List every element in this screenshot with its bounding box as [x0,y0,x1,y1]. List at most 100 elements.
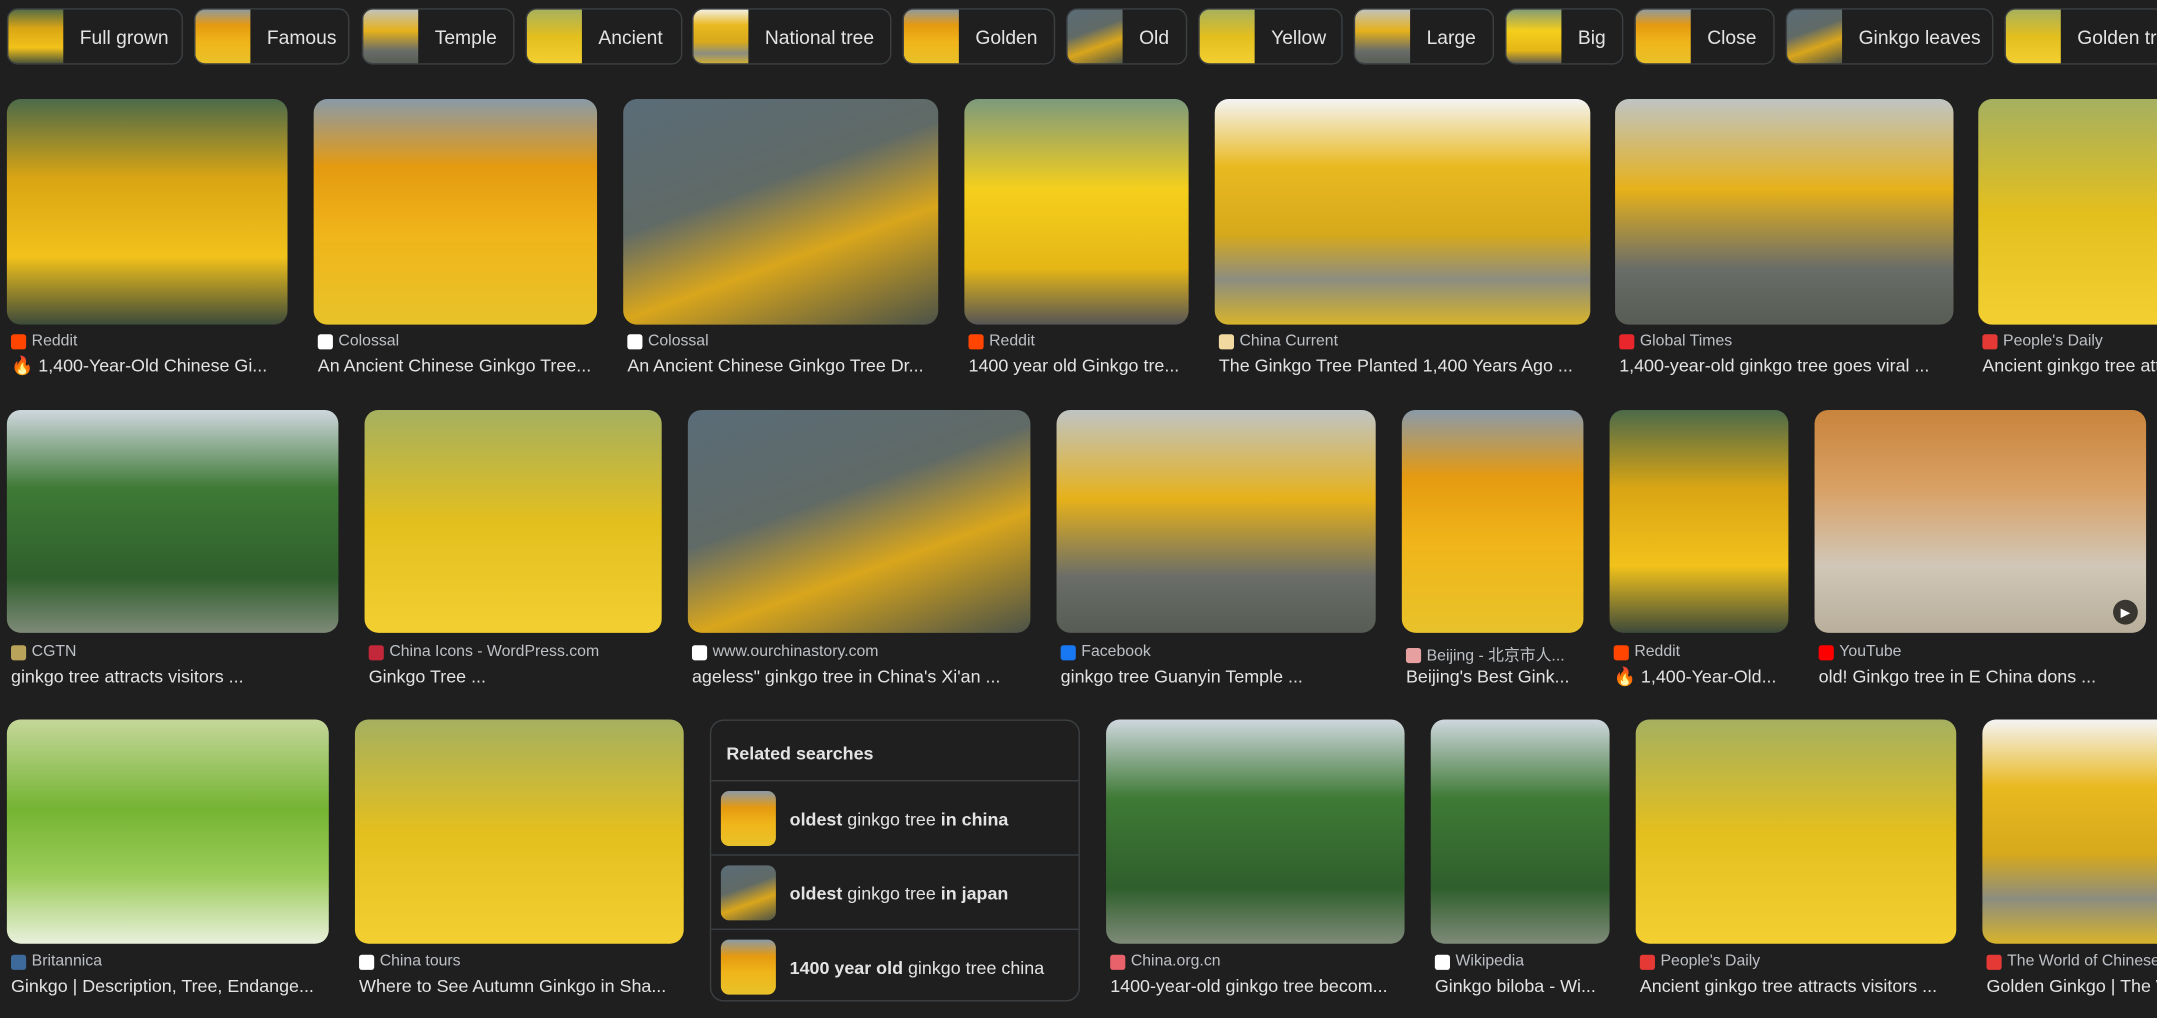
result-title[interactable]: old! Ginkgo tree in E China dons ... [1819,666,2096,687]
result-title[interactable]: Ginkgo biloba - Wi... [1435,975,1596,996]
result-title[interactable]: Ancient ginkgo tree attracts visitors ..… [1982,355,2157,376]
site-favicon-icon [11,954,27,970]
filter-chip[interactable]: Famous [193,8,350,65]
result-source[interactable]: China tours [359,953,461,970]
chip-thumbnail [8,9,64,64]
result-title[interactable]: 🔥 1,400-Year-Old Chinese Gi... [11,355,267,377]
related-search-item[interactable]: oldest ginkgo tree in china [711,780,1079,856]
result-source[interactable]: Wikipedia [1434,953,1524,970]
result-source[interactable]: Facebook [1060,643,1151,661]
related-search-thumbnail [720,939,776,995]
filter-chip[interactable]: Ancient [525,8,683,65]
related-searches-panel: Related searches oldest ginkgo tree in c… [709,719,1080,1002]
result-title[interactable]: Ginkgo Tree ... [369,666,486,687]
chip-thumbnail [1635,9,1691,64]
site-favicon-icon [1613,644,1629,660]
result-source[interactable]: The World of Chinese [1986,953,2157,970]
result-title[interactable]: The Ginkgo Tree Planted 1,400 Years Ago … [1219,355,1573,376]
result-thumbnail[interactable] [1430,719,1610,944]
result-source[interactable]: Beijing - 北京市人... [1405,644,1565,666]
chip-label: Close [1707,25,1757,48]
related-searches-heading: Related searches [726,742,874,764]
result-thumbnail[interactable] [364,409,662,633]
result-source[interactable]: People's Daily [1639,953,1761,970]
result-thumbnail[interactable] [6,409,339,633]
result-thumbnail[interactable] [1635,719,1957,944]
result-thumbnail[interactable] [1106,719,1405,944]
result-thumbnail[interactable] [313,99,598,325]
related-search-item[interactable]: 1400 year old ginkgo tree china [711,928,1079,1005]
result-thumbnail[interactable] [964,99,1189,325]
site-favicon-icon [1110,954,1126,970]
result-title[interactable]: 🔥 1,400-Year-Old... [1614,666,1777,688]
result-title[interactable]: Ginkgo | Description, Tree, Endange... [11,975,314,996]
site-favicon-icon [11,333,27,349]
result-thumbnail[interactable]: ▶ [1814,409,2147,633]
filter-chip[interactable]: Golden tre [2004,8,2157,65]
result-source[interactable]: www.ourchinastory.com [691,644,878,660]
related-bold: oldest [789,808,843,830]
result-thumbnail[interactable] [687,409,1031,633]
chip-label: Full grown [79,25,169,48]
result-thumbnail[interactable] [623,99,939,325]
result-source[interactable]: People's Daily [1982,333,2103,349]
result-title[interactable]: Ancient ginkgo tree attracts visitors ..… [1640,975,1937,996]
chip-label: Ancient [598,25,663,48]
result-source[interactable]: Reddit [1613,644,1680,660]
result-title[interactable]: Golden Ginkgo | The World of Chinese [1987,975,2157,996]
result-thumbnail[interactable] [1982,719,2157,944]
result-source[interactable]: Global Times [1619,333,1732,349]
related-text: ginkgo tree china [902,957,1045,979]
result-title[interactable]: 1400 year old Ginkgo tre... [968,355,1179,376]
result-title[interactable]: An Ancient Chinese Ginkgo Tree Dr... [627,355,923,376]
related-search-item[interactable]: oldest ginkgo tree in japan [711,854,1079,930]
result-thumbnail[interactable] [1401,409,1584,633]
result-title[interactable]: ginkgo tree attracts visitors ... [11,666,244,687]
chip-thumbnail [1355,9,1411,64]
result-thumbnail[interactable] [1056,409,1376,633]
site-favicon-icon [1060,644,1076,660]
filter-chip[interactable]: Golden [902,8,1056,65]
result-source[interactable]: Britannica [11,953,102,970]
result-thumbnail[interactable] [1214,99,1591,325]
result-source[interactable]: Colossal [317,333,399,349]
result-title[interactable]: ageless" ginkgo tree in China's Xi'an ..… [692,666,1000,687]
source-name: Facebook [1081,643,1151,661]
result-thumbnail[interactable] [1978,99,2157,325]
result-title[interactable]: 1,400-year-old ginkgo tree goes viral ..… [1619,355,1929,376]
chip-label: Old [1139,25,1170,48]
filter-chip[interactable]: National tree [691,8,892,65]
related-text: ginkgo tree [842,808,941,830]
result-thumbnail[interactable] [1609,409,1789,633]
filter-chip[interactable]: Big [1505,8,1624,65]
result-title[interactable]: ginkgo tree Guanyin Temple ... [1061,666,1303,687]
result-title[interactable]: 1400-year-old ginkgo tree becom... [1110,975,1387,996]
filter-chip[interactable]: Old [1066,8,1188,65]
result-source[interactable]: China Icons - WordPress.com [368,644,599,660]
result-source[interactable]: Reddit [11,333,77,349]
source-name: China tours [379,953,461,970]
result-source[interactable]: China.org.cn [1110,953,1221,970]
chip-label: Famous [266,25,337,48]
filter-chip[interactable]: Temple [361,8,515,65]
result-thumbnail[interactable] [6,99,288,325]
result-source[interactable]: Reddit [968,333,1035,349]
source-name: People's Daily [1660,953,1761,970]
result-thumbnail[interactable] [1615,99,1954,325]
filter-chip[interactable]: Large [1353,8,1495,65]
result-thumbnail[interactable] [354,719,684,944]
result-title[interactable]: Where to See Autumn Ginkgo in Sha... [359,975,666,996]
result-source[interactable]: Colossal [627,333,709,349]
chip-label: Temple [434,25,497,48]
result-thumbnail[interactable] [6,719,329,944]
result-source[interactable]: China Current [1218,333,1338,349]
filter-chip[interactable]: Full grown [6,8,183,65]
result-title[interactable]: An Ancient Chinese Ginkgo Tree... [318,355,591,376]
result-title[interactable]: Beijing's Best Gink... [1406,666,1569,687]
filter-chip[interactable]: Ginkgo leaves [1785,8,1994,65]
filter-chip[interactable]: Close [1634,8,1775,65]
filter-chip[interactable]: Yellow [1198,8,1343,65]
site-favicon-icon [1434,954,1450,970]
result-source[interactable]: YouTube [1818,644,1901,660]
result-source[interactable]: CGTN [11,644,76,660]
